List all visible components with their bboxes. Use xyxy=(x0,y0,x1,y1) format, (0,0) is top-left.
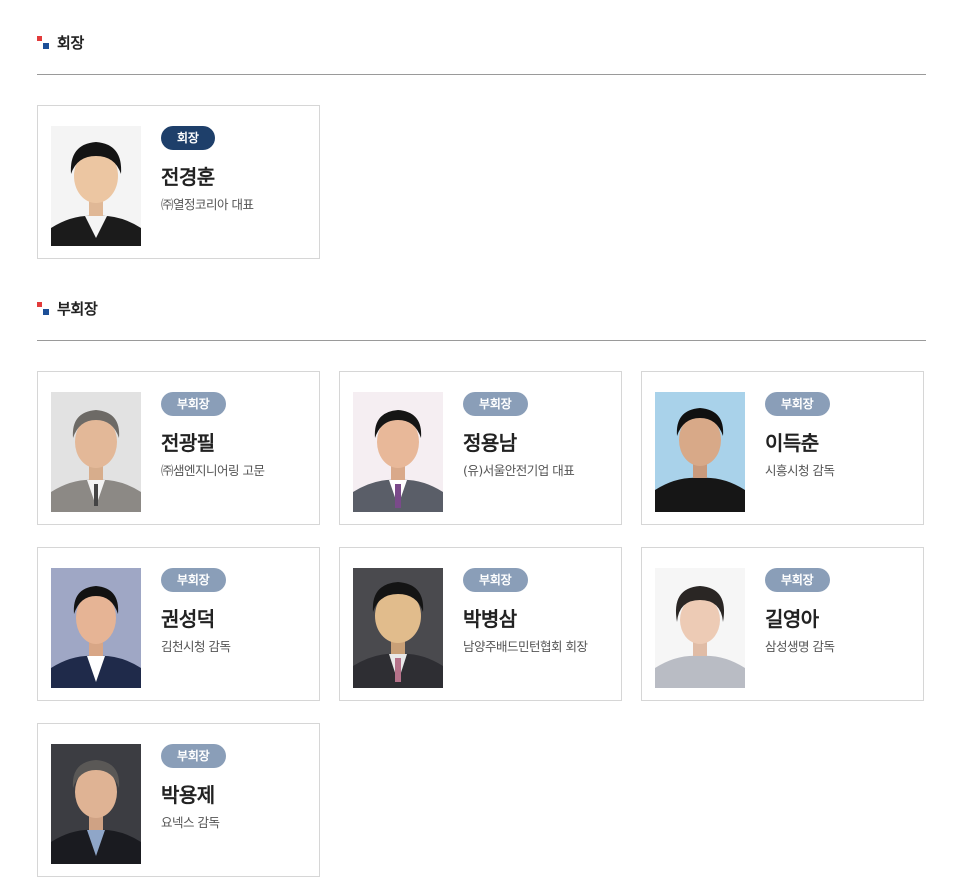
section-title: 부회장 xyxy=(57,300,98,318)
member-card: 부회장 전광필 ㈜샘엔지니어링 고문 xyxy=(37,371,320,525)
member-photo xyxy=(353,392,443,512)
member-photo xyxy=(51,744,141,864)
member-name: 정용남 xyxy=(463,431,517,455)
role-badge: 부회장 xyxy=(161,744,226,768)
member-org: 삼성생명 감독 xyxy=(765,639,835,654)
member-photo xyxy=(51,568,141,688)
member-org: 남양주배드민턴협회 회장 xyxy=(463,639,588,654)
role-badge: 부회장 xyxy=(161,392,226,416)
member-photo xyxy=(51,126,141,246)
role-badge: 부회장 xyxy=(765,392,830,416)
member-photo xyxy=(655,568,745,688)
member-card: 부회장 박병삼 남양주배드민턴협회 회장 xyxy=(339,547,622,701)
section-marker-icon xyxy=(37,36,49,49)
member-photo xyxy=(51,392,141,512)
member-name: 박용제 xyxy=(161,783,215,807)
member-name: 이득춘 xyxy=(765,431,819,455)
chairman-section: 회장 xyxy=(37,34,926,76)
member-name: 전광필 xyxy=(161,431,215,455)
vice-chairman-section: 부회장 xyxy=(37,300,926,342)
role-badge: 부회장 xyxy=(463,392,528,416)
member-photo xyxy=(353,568,443,688)
member-name: 박병삼 xyxy=(463,607,517,631)
role-badge: 부회장 xyxy=(161,568,226,592)
member-name: 전경훈 xyxy=(161,165,215,189)
member-card: 부회장 박용제 요넥스 감독 xyxy=(37,723,320,877)
member-card: 부회장 이득춘 시흥시청 감독 xyxy=(641,371,924,525)
member-card: 부회장 권성덕 김천시청 감독 xyxy=(37,547,320,701)
role-badge: 부회장 xyxy=(765,568,830,592)
member-name: 길영아 xyxy=(765,607,819,631)
section-header: 부회장 xyxy=(37,300,926,342)
section-title: 회장 xyxy=(57,34,85,52)
section-divider xyxy=(37,74,926,75)
member-photo xyxy=(655,392,745,512)
role-badge: 회장 xyxy=(161,126,215,150)
member-org: ㈜샘엔지니어링 고문 xyxy=(161,463,265,478)
section-marker-icon xyxy=(37,302,49,315)
role-badge: 부회장 xyxy=(463,568,528,592)
section-header: 회장 xyxy=(37,34,926,76)
member-org: 요넥스 감독 xyxy=(161,815,220,830)
member-card: 부회장 길영아 삼성생명 감독 xyxy=(641,547,924,701)
member-card: 부회장 정용남 (유)서울안전기업 대표 xyxy=(339,371,622,525)
member-card: 회장 전경훈 ㈜열정코리아 대표 xyxy=(37,105,320,259)
member-org: 시흥시청 감독 xyxy=(765,463,835,478)
member-org: ㈜열정코리아 대표 xyxy=(161,197,254,212)
member-name: 권성덕 xyxy=(161,607,215,631)
member-org: (유)서울안전기업 대표 xyxy=(463,463,575,478)
section-divider xyxy=(37,340,926,341)
member-org: 김천시청 감독 xyxy=(161,639,231,654)
